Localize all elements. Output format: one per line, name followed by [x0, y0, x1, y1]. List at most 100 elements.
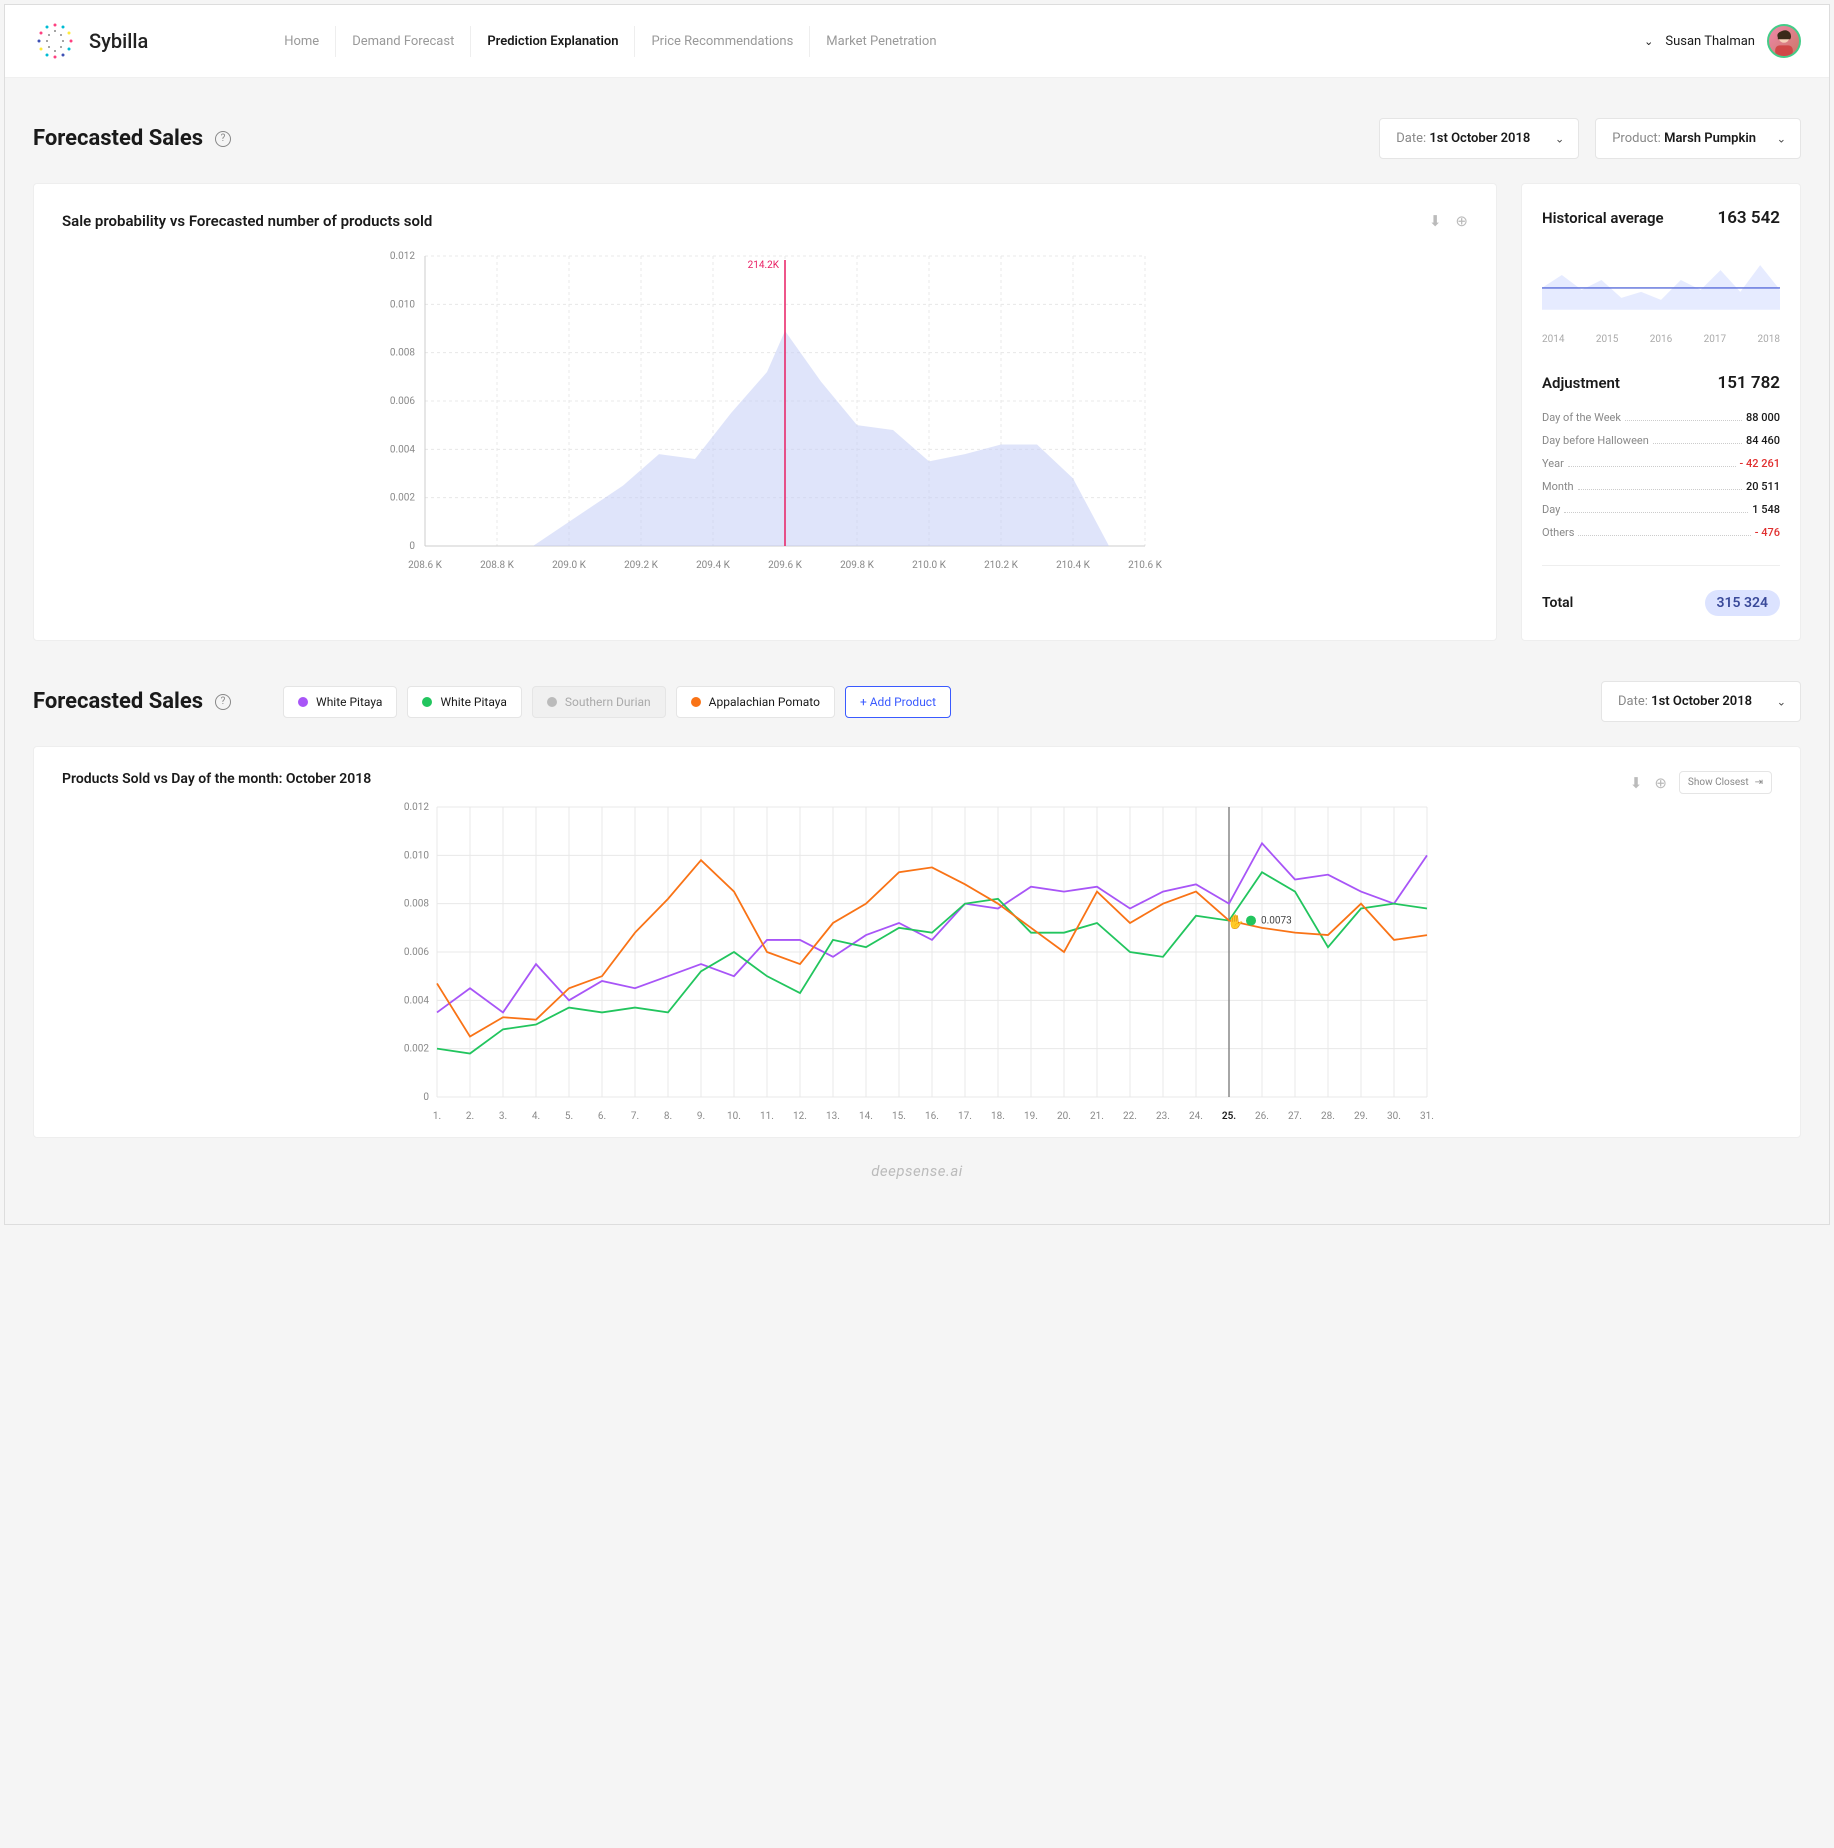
- legend-chip[interactable]: White Pitaya: [407, 686, 521, 718]
- logo-icon: [33, 19, 77, 63]
- svg-text:✋: ✋: [1227, 914, 1244, 931]
- svg-text:0.006: 0.006: [390, 396, 415, 407]
- adjustment-panel: Historical average 163 542 2014 2015 201…: [1521, 183, 1801, 641]
- svg-text:209.8 K: 209.8 K: [840, 560, 875, 571]
- chevron-down-icon: ⌄: [1555, 132, 1564, 145]
- svg-text:2.: 2.: [466, 1111, 474, 1122]
- svg-text:19.: 19.: [1024, 1111, 1038, 1122]
- user-name: Susan Thalman: [1665, 34, 1755, 49]
- svg-text:0: 0: [409, 541, 415, 552]
- legend-chip[interactable]: Southern Durian: [532, 686, 666, 718]
- svg-text:0.004: 0.004: [404, 995, 429, 1006]
- legend-dot-icon: [691, 697, 701, 707]
- svg-text:17.: 17.: [958, 1111, 972, 1122]
- nav-market-penetration[interactable]: Market Penetration: [810, 26, 952, 57]
- adjustment-value: 151 782: [1718, 373, 1781, 393]
- chevron-down-icon: ⌄: [1777, 695, 1786, 708]
- zoom-icon[interactable]: ⊕: [1455, 212, 1468, 230]
- svg-text:27.: 27.: [1288, 1111, 1302, 1122]
- svg-text:0.010: 0.010: [390, 299, 415, 310]
- product-filter[interactable]: Product: Marsh Pumpkin ⌄: [1595, 118, 1801, 159]
- section2-title: Forecasted Sales: [33, 689, 203, 714]
- svg-text:0.012: 0.012: [404, 802, 429, 813]
- download-icon[interactable]: ⬇: [1429, 212, 1442, 230]
- svg-text:1.: 1.: [433, 1111, 441, 1122]
- product-filter-label: Product:: [1612, 131, 1661, 146]
- svg-text:12.: 12.: [793, 1111, 807, 1122]
- svg-text:208.8 K: 208.8 K: [480, 560, 515, 571]
- svg-text:21.: 21.: [1090, 1111, 1104, 1122]
- legend-chip[interactable]: White Pitaya: [283, 686, 397, 718]
- svg-text:210.2 K: 210.2 K: [984, 560, 1019, 571]
- svg-text:9.: 9.: [697, 1111, 705, 1122]
- svg-text:0.0073: 0.0073: [1261, 916, 1292, 927]
- svg-text:11.: 11.: [760, 1111, 774, 1122]
- svg-text:16.: 16.: [925, 1111, 939, 1122]
- svg-text:4.: 4.: [532, 1111, 540, 1122]
- svg-text:0.002: 0.002: [404, 1044, 429, 1055]
- chart1[interactable]: 00.0020.0040.0060.0080.0100.012208.6 K20…: [62, 246, 1468, 586]
- avatar: [1767, 24, 1801, 58]
- svg-text:210.0 K: 210.0 K: [912, 560, 947, 571]
- date-filter-label: Date:: [1396, 131, 1426, 146]
- svg-text:6.: 6.: [598, 1111, 606, 1122]
- brand[interactable]: Sybilla: [33, 19, 148, 63]
- timeseries-chart-card: ⬇ ⊕ Show Closest ⇥ Products Sold vs Day …: [33, 746, 1801, 1138]
- download-icon[interactable]: ⬇: [1630, 774, 1643, 792]
- svg-text:0.006: 0.006: [404, 947, 429, 958]
- section1-header: Forecasted Sales ? Date: 1st October 201…: [33, 118, 1801, 159]
- total-label: Total: [1542, 595, 1573, 611]
- nav-price-recommendations[interactable]: Price Recommendations: [635, 26, 810, 57]
- footer-brand: deepsense.ai: [33, 1138, 1801, 1204]
- date-filter[interactable]: Date: 1st October 2018 ⌄: [1379, 118, 1579, 159]
- svg-text:0.008: 0.008: [404, 899, 429, 910]
- arrows-icon: ⇥: [1755, 777, 1763, 788]
- svg-text:13.: 13.: [826, 1111, 840, 1122]
- svg-text:30.: 30.: [1387, 1111, 1401, 1122]
- svg-text:29.: 29.: [1354, 1111, 1368, 1122]
- chart2-title: Products Sold vs Day of the month: Octob…: [62, 771, 1772, 787]
- zoom-icon[interactable]: ⊕: [1654, 774, 1667, 792]
- date-filter-2[interactable]: Date: 1st October 2018 ⌄: [1601, 681, 1801, 722]
- svg-text:18.: 18.: [991, 1111, 1005, 1122]
- adjustment-label: Adjustment: [1542, 374, 1620, 392]
- help-icon[interactable]: ?: [215, 694, 231, 710]
- legend-dot-icon: [298, 697, 308, 707]
- svg-text:23.: 23.: [1156, 1111, 1170, 1122]
- svg-text:7.: 7.: [631, 1111, 639, 1122]
- svg-text:209.0 K: 209.0 K: [552, 560, 587, 571]
- nav-prediction-explanation[interactable]: Prediction Explanation: [471, 26, 635, 57]
- svg-text:0.008: 0.008: [390, 348, 415, 359]
- brand-name: Sybilla: [89, 29, 148, 53]
- adjustment-row: Day1 548: [1542, 503, 1780, 516]
- nav-home[interactable]: Home: [268, 26, 336, 57]
- chevron-down-icon: ⌄: [1644, 35, 1653, 48]
- svg-text:28.: 28.: [1321, 1111, 1335, 1122]
- adjustment-row: Day of the Week88 000: [1542, 411, 1780, 424]
- nav-demand-forecast[interactable]: Demand Forecast: [336, 26, 471, 57]
- svg-text:5.: 5.: [565, 1111, 573, 1122]
- probability-chart-card: ⬇ ⊕ Sale probability vs Forecasted numbe…: [33, 183, 1497, 641]
- svg-text:22.: 22.: [1123, 1111, 1137, 1122]
- legend-chip[interactable]: Appalachian Pomato: [676, 686, 835, 718]
- svg-text:10.: 10.: [727, 1111, 741, 1122]
- svg-text:31.: 31.: [1420, 1111, 1434, 1122]
- main-nav: Home Demand Forecast Prediction Explanat…: [268, 26, 952, 57]
- add-product-button[interactable]: + Add Product: [845, 686, 951, 718]
- show-closest-button[interactable]: Show Closest ⇥: [1679, 771, 1772, 794]
- user-menu[interactable]: ⌄ Susan Thalman: [1644, 24, 1801, 58]
- hist-avg-value: 163 542: [1718, 208, 1781, 228]
- adjustment-row: Others- 476: [1542, 526, 1780, 539]
- product-filter-value: Marsh Pumpkin: [1664, 131, 1756, 146]
- adjustment-row: Month20 511: [1542, 480, 1780, 493]
- svg-text:25.: 25.: [1222, 1111, 1236, 1122]
- svg-text:24.: 24.: [1189, 1111, 1203, 1122]
- chart2[interactable]: 00.0020.0040.0060.0080.0100.0121.2.3.4.5…: [62, 797, 1772, 1137]
- svg-text:26.: 26.: [1255, 1111, 1269, 1122]
- help-icon[interactable]: ?: [215, 131, 231, 147]
- hist-avg-label: Historical average: [1542, 209, 1664, 227]
- svg-text:209.6 K: 209.6 K: [768, 560, 803, 571]
- chart1-title: Sale probability vs Forecasted number of…: [62, 212, 1468, 230]
- svg-text:15.: 15.: [892, 1111, 906, 1122]
- svg-text:8.: 8.: [664, 1111, 672, 1122]
